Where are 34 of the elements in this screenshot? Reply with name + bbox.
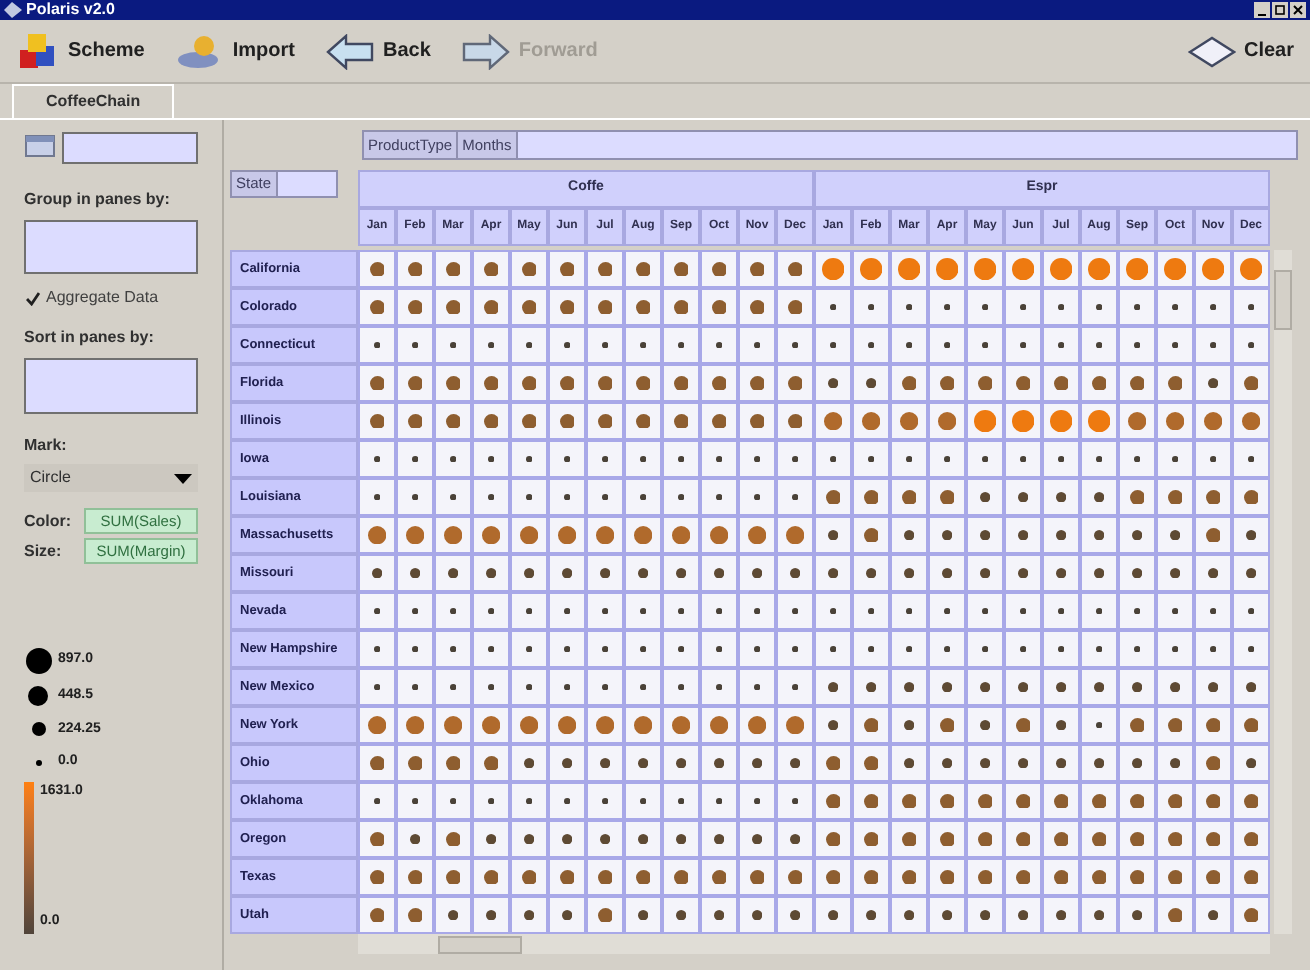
toolbar-button[interactable]: Back <box>318 27 439 75</box>
group-label: Group in panes by: <box>24 188 172 212</box>
vertical-scrollbar[interactable] <box>1274 250 1292 934</box>
maximize-icon[interactable] <box>1272 2 1288 18</box>
horizontal-scrollbar[interactable] <box>358 934 1270 954</box>
checkbox-label: Aggregate Data <box>46 286 159 310</box>
scroll-thumb[interactable] <box>1274 270 1292 330</box>
app-icon <box>4 2 22 18</box>
mark-label: Mark: <box>24 434 69 458</box>
encoding-label: Color: <box>24 509 74 533</box>
minimize-icon[interactable] <box>1254 2 1270 18</box>
dropdown-arrow-icon <box>174 473 192 483</box>
check-icon <box>25 291 39 305</box>
encoding-label: Size: <box>24 539 64 563</box>
window-title: Polaris v2.0 <box>26 2 115 18</box>
size-legend-circle <box>31 722 45 737</box>
sort-label: Sort in panes by: <box>24 326 156 350</box>
tab[interactable]: CoffeeChain <box>12 84 175 118</box>
mark-dropdown[interactable]: Circle <box>24 464 198 492</box>
scroll-thumb[interactable] <box>438 935 522 953</box>
left-arrow-icon <box>326 33 375 69</box>
toolbar-button[interactable]: Import <box>168 27 303 75</box>
sort-drop-field[interactable] <box>24 358 198 414</box>
size-legend-circle <box>25 648 51 674</box>
toolbar-button[interactable]: Scheme <box>8 27 153 75</box>
close-icon[interactable] <box>1290 2 1306 18</box>
checkbox[interactable] <box>24 290 40 306</box>
colored-cubes-icon <box>16 31 60 71</box>
right-arrow-icon <box>462 33 511 69</box>
size-legend-circle <box>35 759 41 766</box>
size-legend-circle <box>28 686 48 707</box>
toolbar-button[interactable]: Clear <box>1179 27 1302 75</box>
group-drop-field[interactable] <box>24 220 198 274</box>
field-input[interactable] <box>62 132 198 164</box>
